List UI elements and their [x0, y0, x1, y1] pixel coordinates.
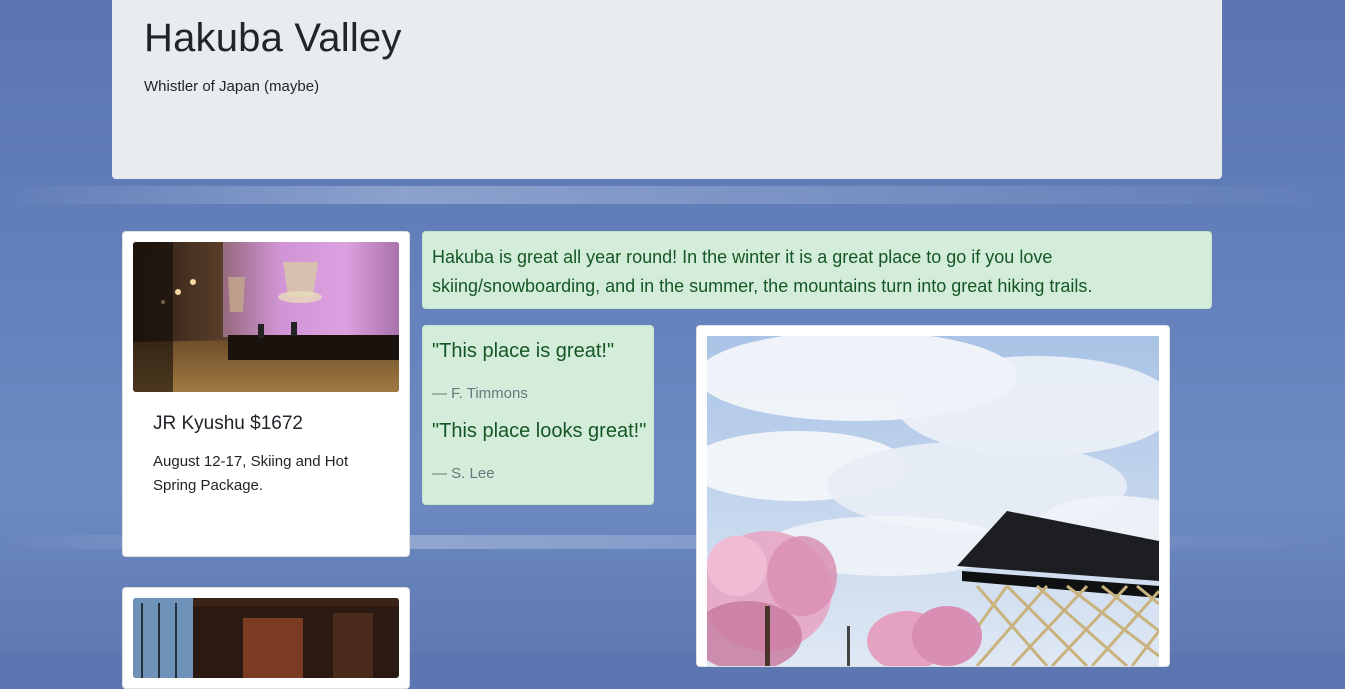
photo-card: [696, 325, 1170, 667]
page-subtitle: Whistler of Japan (maybe): [144, 78, 320, 95]
description-alert: Hakuba is great all year round! In the w…: [422, 231, 1212, 309]
jumbotron-header: Hakuba Valley Whistler of Japan (maybe): [112, 0, 1222, 179]
testimonial-quote: "This place is great!": [432, 340, 615, 362]
page-title: Hakuba Valley: [144, 16, 402, 60]
background-streak: [0, 186, 1345, 204]
deal-card-2[interactable]: [122, 587, 410, 689]
deal-description: August 12-17, Skiing and Hot Spring Pack…: [153, 453, 349, 494]
testimonials-alert: "This place is great!" — F. Timmons "Thi…: [422, 325, 654, 505]
testimonial-quote: "This place looks great!": [432, 420, 647, 442]
hotel-lobby-image: [133, 242, 399, 392]
deal-title: JR Kyushu $1672: [153, 413, 303, 434]
description-text: Hakuba is great all year round! In the w…: [432, 247, 1093, 296]
deal-card[interactable]: JR Kyushu $1672 August 12-17, Skiing and…: [122, 231, 410, 557]
hotel-interior-image: [133, 598, 399, 678]
testimonial-author: — S. Lee: [432, 465, 495, 482]
cherry-blossom-photo: [707, 336, 1159, 666]
testimonial-author: — F. Timmons: [432, 385, 528, 402]
